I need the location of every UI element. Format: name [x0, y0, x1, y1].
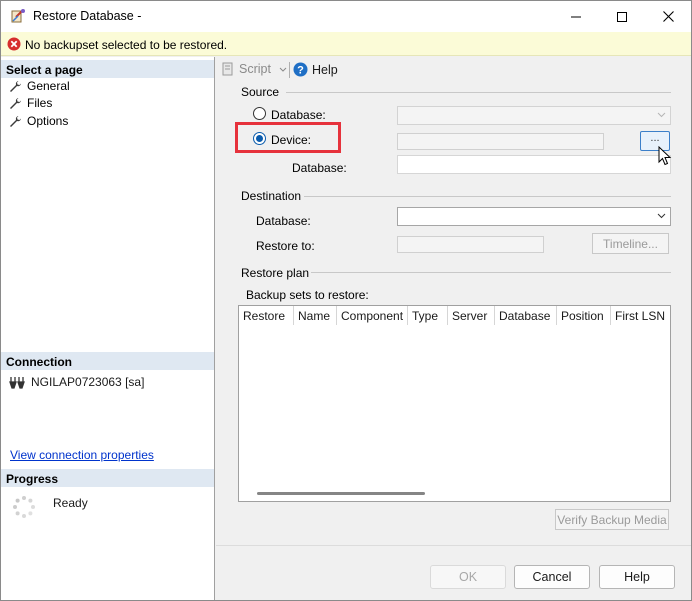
- connection-header: Connection: [1, 352, 214, 370]
- horizontal-scrollbar[interactable]: [257, 492, 425, 495]
- dialog-button-bar: OK Cancel Help: [216, 545, 691, 600]
- script-button[interactable]: Script: [221, 62, 287, 76]
- progress-spinner-icon: [13, 496, 35, 518]
- backup-sets-grid[interactable]: Restore Name Component Type Server Datab…: [238, 305, 671, 502]
- destination-database-label: Database:: [256, 214, 311, 228]
- wrench-icon: [10, 80, 21, 92]
- destination-group-label: Destination: [241, 189, 302, 203]
- minimize-icon: [571, 16, 581, 17]
- page-item-files[interactable]: Files: [9, 95, 52, 111]
- page-item-general[interactable]: General: [9, 78, 70, 94]
- page-item-label: Files: [27, 96, 53, 110]
- connection-name: NGILAP0723063 [sa]: [31, 375, 145, 389]
- ok-button[interactable]: OK: [430, 565, 506, 589]
- restore-plan-group-label: Restore plan: [241, 266, 310, 280]
- left-panel: Select a page General Files Options Conn…: [1, 57, 215, 600]
- error-message: No backupset selected to be restored.: [25, 38, 228, 52]
- source-divider: [286, 92, 671, 93]
- wrench-icon: [10, 97, 21, 109]
- chevron-down-icon: [279, 67, 287, 72]
- device-radio[interactable]: [253, 132, 266, 145]
- maximize-icon: [617, 11, 627, 22]
- svg-text:?: ?: [297, 65, 304, 77]
- error-icon: [7, 37, 21, 51]
- column-header-name[interactable]: Name: [294, 306, 337, 325]
- mouse-cursor-icon: [658, 146, 672, 166]
- help-icon: ?: [293, 62, 308, 77]
- destination-divider: [304, 196, 671, 197]
- general-page: Script ? Help Source Database: Device: .…: [216, 57, 691, 545]
- close-icon: [662, 11, 674, 22]
- source-database-field[interactable]: [397, 155, 671, 174]
- destination-database-combo[interactable]: [397, 207, 671, 226]
- chevron-down-icon: [657, 112, 666, 118]
- grid-header: Restore Name Component Type Server Datab…: [239, 306, 670, 325]
- column-header-database[interactable]: Database: [495, 306, 557, 325]
- cancel-button[interactable]: Cancel: [514, 565, 590, 589]
- column-header-first-lsn[interactable]: First LSN: [611, 306, 670, 325]
- verify-backup-media-button[interactable]: Verify Backup Media: [555, 509, 669, 530]
- database-radio-label: Database:: [271, 108, 326, 122]
- progress-status: Ready: [53, 496, 88, 510]
- restore-database-icon: [11, 9, 25, 23]
- restore-plan-divider: [311, 272, 671, 273]
- connection-row: NGILAP0723063 [sa]: [9, 375, 144, 389]
- help-toolbar-label: Help: [312, 62, 338, 77]
- minimize-button[interactable]: [553, 1, 599, 32]
- chevron-down-icon: [657, 213, 666, 219]
- select-page-header: Select a page: [1, 60, 214, 78]
- connection-icon: [9, 376, 25, 389]
- help-button[interactable]: Help: [599, 565, 675, 589]
- source-database-combo[interactable]: [397, 106, 671, 125]
- database-radio[interactable]: [253, 107, 266, 120]
- window-title: Restore Database -: [33, 9, 142, 23]
- script-icon: [222, 62, 233, 76]
- column-header-restore[interactable]: Restore: [239, 306, 294, 325]
- column-header-server[interactable]: Server: [448, 306, 495, 325]
- title-bar[interactable]: Restore Database -: [1, 1, 691, 32]
- column-header-component[interactable]: Component: [337, 306, 408, 325]
- page-item-options[interactable]: Options: [9, 113, 68, 129]
- maximize-button[interactable]: [599, 1, 645, 32]
- column-header-type[interactable]: Type: [408, 306, 448, 325]
- page-item-label: General: [27, 79, 70, 93]
- column-header-position[interactable]: Position: [557, 306, 611, 325]
- close-button[interactable]: [645, 1, 691, 32]
- source-database-label: Database:: [292, 161, 347, 175]
- source-group-label: Source: [241, 85, 280, 99]
- restore-to-field[interactable]: [397, 236, 544, 253]
- toolbar-separator: [289, 62, 290, 78]
- view-connection-properties-link[interactable]: View connection properties: [10, 448, 154, 462]
- restore-database-window: Restore Database - No backupset selected…: [0, 0, 692, 601]
- device-path-field[interactable]: [397, 133, 604, 150]
- backup-sets-label: Backup sets to restore:: [246, 288, 369, 302]
- restore-to-label: Restore to:: [256, 239, 315, 253]
- script-label: Script: [239, 62, 271, 76]
- timeline-button[interactable]: Timeline...: [592, 233, 669, 254]
- device-radio-label: Device:: [271, 133, 312, 147]
- wrench-icon: [10, 115, 21, 127]
- progress-header: Progress: [1, 469, 214, 487]
- help-toolbar-button[interactable]: ? Help: [293, 62, 338, 77]
- message-bar: No backupset selected to be restored.: [1, 32, 691, 56]
- page-item-label: Options: [27, 114, 69, 128]
